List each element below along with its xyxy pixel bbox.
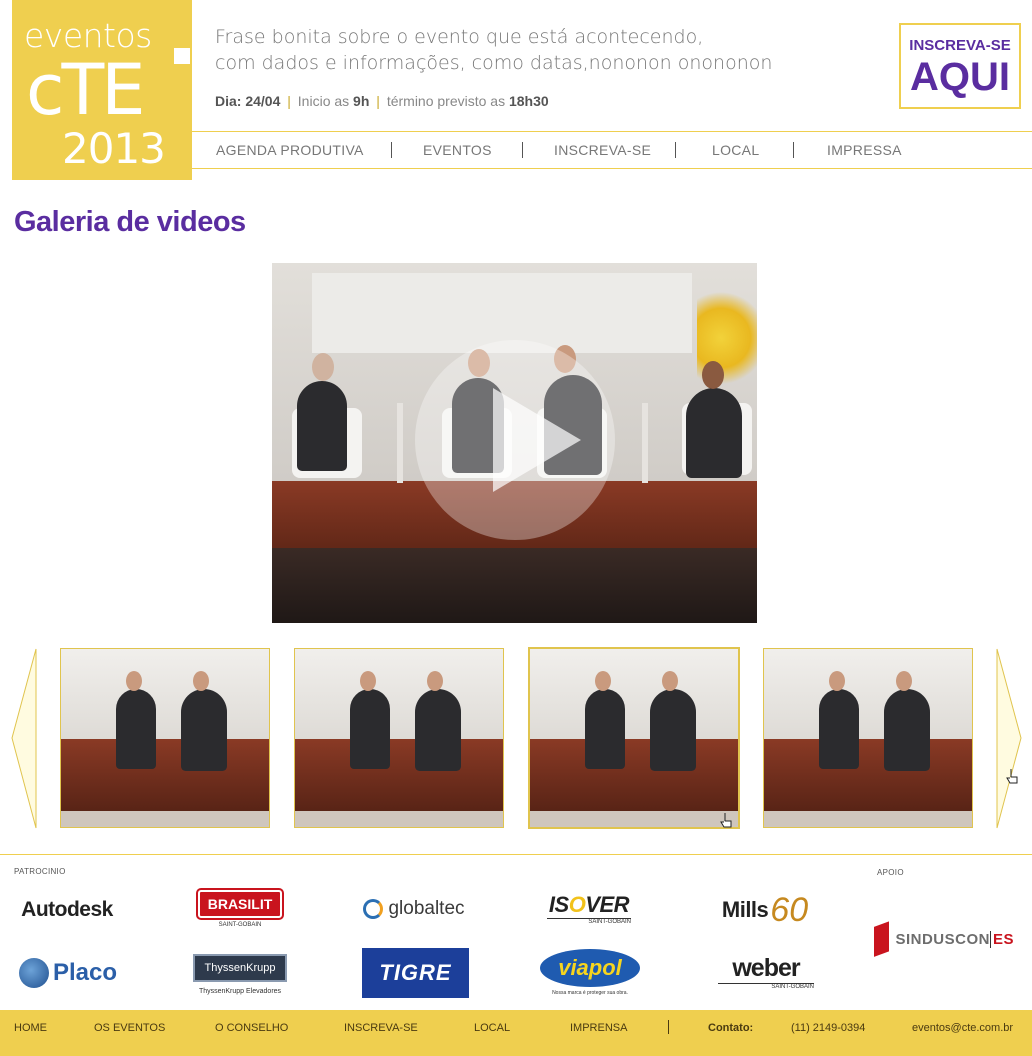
end-label: término previsto as [386, 93, 506, 109]
dateline-separator: | [376, 93, 380, 109]
sponsor-weber[interactable]: weber SAINT-GOBAIN [714, 952, 818, 992]
logo-square [174, 48, 190, 64]
nav-divider [391, 142, 392, 158]
main-nav: AGENDA PRODUTIVA EVENTOS INSCREVA-SE LOC… [192, 131, 1032, 169]
sponsor-isover[interactable]: ISOVER SAINT-GOBAIN [543, 888, 635, 928]
tigre-logo: TIGRE [379, 960, 452, 985]
supporter-sinduscon[interactable]: SINDUSCON ES [874, 921, 1014, 957]
weber-sub: SAINT-GOBAIN [718, 983, 814, 990]
globe-icon [18, 958, 49, 988]
play-icon [493, 388, 581, 492]
viapol-sub: Nossa marca é proteger sua obra. [552, 989, 628, 996]
patrocinio-label: PATROCINIO [14, 867, 66, 876]
contact-label: Contato: [708, 1022, 754, 1034]
dateline-separator: | [287, 93, 291, 109]
globaltec-logo: globaltec [388, 898, 465, 919]
sponsor-mills[interactable]: Mills 60 [710, 888, 820, 932]
start-label: Inicio as [297, 93, 350, 109]
sponsor-autodesk[interactable]: Autodesk [12, 893, 122, 927]
apoio-label: APOIO [877, 868, 904, 877]
footer-link-home[interactable]: HOME [14, 1022, 47, 1034]
nav-divider [675, 142, 676, 158]
sponsors-divider [0, 854, 1032, 855]
sinduscon-icon [874, 921, 890, 957]
thyssenkrupp-sub: ThyssenKrupp Elevadores [198, 987, 282, 995]
brasilit-logo: BRASILIT [195, 888, 285, 920]
thyssenkrupp-logo: ThyssenKrupp [192, 953, 288, 982]
hand-cursor-icon [1006, 769, 1018, 784]
sponsor-brasilit[interactable]: BRASILIT SAINT-GOBAIN [195, 884, 285, 934]
cta-line-1: INSCREVA-SE [909, 37, 1011, 54]
play-button[interactable] [415, 340, 615, 540]
hand-cursor-icon [720, 813, 732, 828]
isover-logo: ISOVER [548, 891, 630, 917]
event-tagline: Frase bonita sobre o evento que está aco… [215, 24, 855, 76]
event-date: Dia: 24/04 [215, 93, 281, 109]
nav-item-local[interactable]: LOCAL [712, 142, 759, 158]
site-logo[interactable]: eventos cTE 2013 [12, 0, 192, 180]
sponsor-thyssenkrupp[interactable]: ThyssenKrupp ThyssenKrupp Elevadores [186, 950, 294, 998]
placo-logo: Placo [52, 959, 118, 986]
footer-link-imprensa[interactable]: IMPRENSA [570, 1022, 627, 1034]
nav-item-inscreva[interactable]: INSCREVA-SE [554, 142, 651, 158]
contact-email[interactable]: eventos@cte.com.br [912, 1022, 1013, 1034]
video-thumbnail-active[interactable] [528, 647, 740, 829]
contact-phone: (11) 2149-0394 [791, 1022, 866, 1034]
nav-item-agenda[interactable]: AGENDA PRODUTIVA [216, 142, 364, 158]
footer-link-conselho[interactable]: O CONSELHO [215, 1022, 288, 1034]
sponsor-placo[interactable]: Placo [12, 950, 124, 996]
mills-60-mark: 60 [770, 890, 809, 929]
isover-sub: SAINT-GOBAIN [547, 917, 631, 925]
sponsor-tigre[interactable]: TIGRE [362, 948, 469, 998]
globaltec-icon [363, 899, 384, 919]
nav-divider [793, 142, 794, 158]
footer-link-local[interactable]: LOCAL [474, 1022, 510, 1034]
video-player[interactable] [272, 263, 757, 623]
nav-item-eventos[interactable]: EVENTOS [423, 142, 492, 158]
weber-logo: weber [732, 954, 800, 982]
nav-divider [522, 142, 523, 158]
video-thumbnail[interactable] [60, 648, 270, 828]
footer-link-inscreva[interactable]: INSCREVA-SE [344, 1022, 418, 1034]
page-title: Galeria de videos [14, 206, 246, 238]
video-thumbnail[interactable] [294, 648, 504, 828]
footer-divider [668, 1020, 669, 1034]
footer: HOME OS EVENTOS O CONSELHO INSCREVA-SE L… [0, 1010, 1032, 1056]
sinduscon-logo: SINDUSCON [895, 930, 990, 948]
tagline-line-1: Frase bonita sobre o evento que está aco… [215, 26, 704, 48]
audience [272, 548, 757, 623]
footer-link-eventos[interactable]: OS EVENTOS [94, 1022, 165, 1034]
chevron-right-icon[interactable] [995, 647, 1023, 830]
end-time: 18h30 [508, 93, 549, 109]
start-time: 9h [353, 93, 370, 109]
chevron-left-icon[interactable] [10, 647, 38, 830]
sponsor-globaltec[interactable]: globaltec [358, 893, 470, 925]
nav-item-imprensa[interactable]: IMPRESSA [827, 142, 902, 158]
event-dateline: Dia: 24/04 | Inicio as 9h | término prev… [215, 93, 549, 109]
register-cta-button[interactable]: INSCREVA-SE AQUI [899, 23, 1021, 109]
logo-brand: cTE [26, 49, 145, 131]
tagline-line-2: com dados e informações, como datas,nono… [215, 52, 773, 74]
cta-line-2: AQUI [910, 55, 1010, 99]
video-thumbnail[interactable] [763, 648, 973, 828]
mills-logo: Mills [721, 897, 769, 922]
sinduscon-es: ES [989, 930, 1014, 948]
sponsor-viapol[interactable]: viapol Nossa marca é proteger sua obra. [538, 946, 642, 998]
viapol-logo: viapol [540, 948, 640, 987]
autodesk-logo: Autodesk [21, 898, 113, 921]
logo-year: 2013 [62, 124, 166, 173]
brasilit-sub: SAINT-GOBAIN [218, 922, 262, 928]
